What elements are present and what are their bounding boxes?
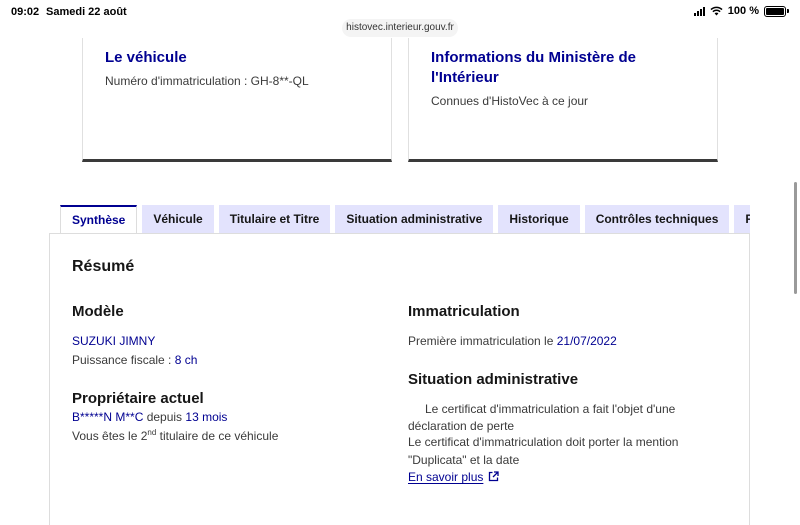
owner-since-label: depuis: [143, 410, 186, 424]
address-bar[interactable]: histovec.interieur.gouv.fr: [342, 19, 458, 37]
summary-panel: Résumé Modèle SUZUKI JIMNY Puissance fis…: [49, 233, 750, 525]
owner-name: B*****N M**C: [72, 410, 144, 424]
page-scrollbar[interactable]: [794, 182, 797, 294]
first-registration: Première immatriculation le 21/07/2022: [408, 334, 617, 348]
first-registration-date: 21/07/2022: [556, 334, 617, 348]
status-indicators: 100 %: [693, 5, 789, 17]
ministry-card-title: Informations du Ministère de l'Intérieur: [431, 49, 637, 86]
owner-rank: Vous êtes le 2nd titulaire de ce véhicul…: [72, 428, 278, 443]
learn-more-label[interactable]: En savoir plus: [408, 470, 483, 484]
tab-historique[interactable]: Historique: [498, 205, 580, 234]
admin-situation-heading: Situation administrative: [408, 371, 579, 388]
external-link-icon: [489, 471, 500, 482]
admin-line-2: déclaration de perte: [408, 419, 515, 433]
owner-heading: Propriétaire actuel: [72, 390, 204, 407]
status-time: 09:02: [11, 6, 40, 18]
cellular-signal-icon: [693, 6, 705, 16]
battery-percent: 100 %: [727, 5, 759, 17]
learn-more-link[interactable]: En savoir plus: [408, 470, 500, 484]
fiscal-power: Puissance fiscale : 8 ch: [72, 353, 197, 367]
admin-line-4: "Duplicata" et la date: [408, 453, 520, 467]
tab-synthese[interactable]: Synthèse: [60, 205, 138, 234]
tab-situation-administrative[interactable]: Situation administrative: [335, 205, 494, 234]
vehicle-plate-number: Numéro d'immatriculation : GH-8**-QL: [105, 74, 309, 88]
owner-rank-suffix: titulaire de ce véhicule: [156, 429, 279, 443]
vehicle-card-title: Le véhicule: [105, 49, 187, 66]
owner-line: B*****N M**C depuis 13 mois: [72, 410, 227, 424]
vehicle-card: Le véhicule Numéro d'immatriculation : G…: [82, 38, 392, 162]
model-name: SUZUKI JIMNY: [72, 334, 156, 348]
registration-heading: Immatriculation: [408, 303, 520, 320]
fiscal-power-label: Puissance fiscale :: [72, 353, 175, 367]
tab-bar: Synthèse Véhicule Titulaire et Titre Sit…: [60, 205, 750, 234]
first-registration-label: Première immatriculation le: [408, 334, 557, 348]
wifi-icon: [710, 6, 723, 16]
owner-since-value: 13 mois: [185, 410, 228, 424]
owner-rank-prefix: Vous êtes le 2: [72, 429, 148, 443]
ministry-card: Informations du Ministère de l'Intérieur…: [408, 38, 718, 162]
tab-titulaire-et-titre[interactable]: Titulaire et Titre: [218, 205, 331, 234]
admin-line-3: Le certificat d'immatriculation doit por…: [408, 435, 679, 449]
owner-rank-sup: nd: [147, 428, 157, 437]
summary-title: Résumé: [72, 258, 135, 275]
admin-line-1: Le certificat d'immatriculation a fait l…: [425, 402, 676, 416]
model-heading: Modèle: [72, 303, 124, 320]
tab-controles-techniques[interactable]: Contrôles techniques: [584, 205, 730, 234]
battery-icon: [764, 5, 789, 17]
tab-vehicule[interactable]: Véhicule: [142, 205, 214, 234]
ministry-card-subtitle: Connues d'HistoVec à ce jour: [431, 94, 589, 108]
tab-rapport[interactable]: Rap: [734, 205, 750, 234]
fiscal-power-value: 8 ch: [174, 353, 198, 367]
status-date: Samedi 22 août: [46, 6, 127, 18]
